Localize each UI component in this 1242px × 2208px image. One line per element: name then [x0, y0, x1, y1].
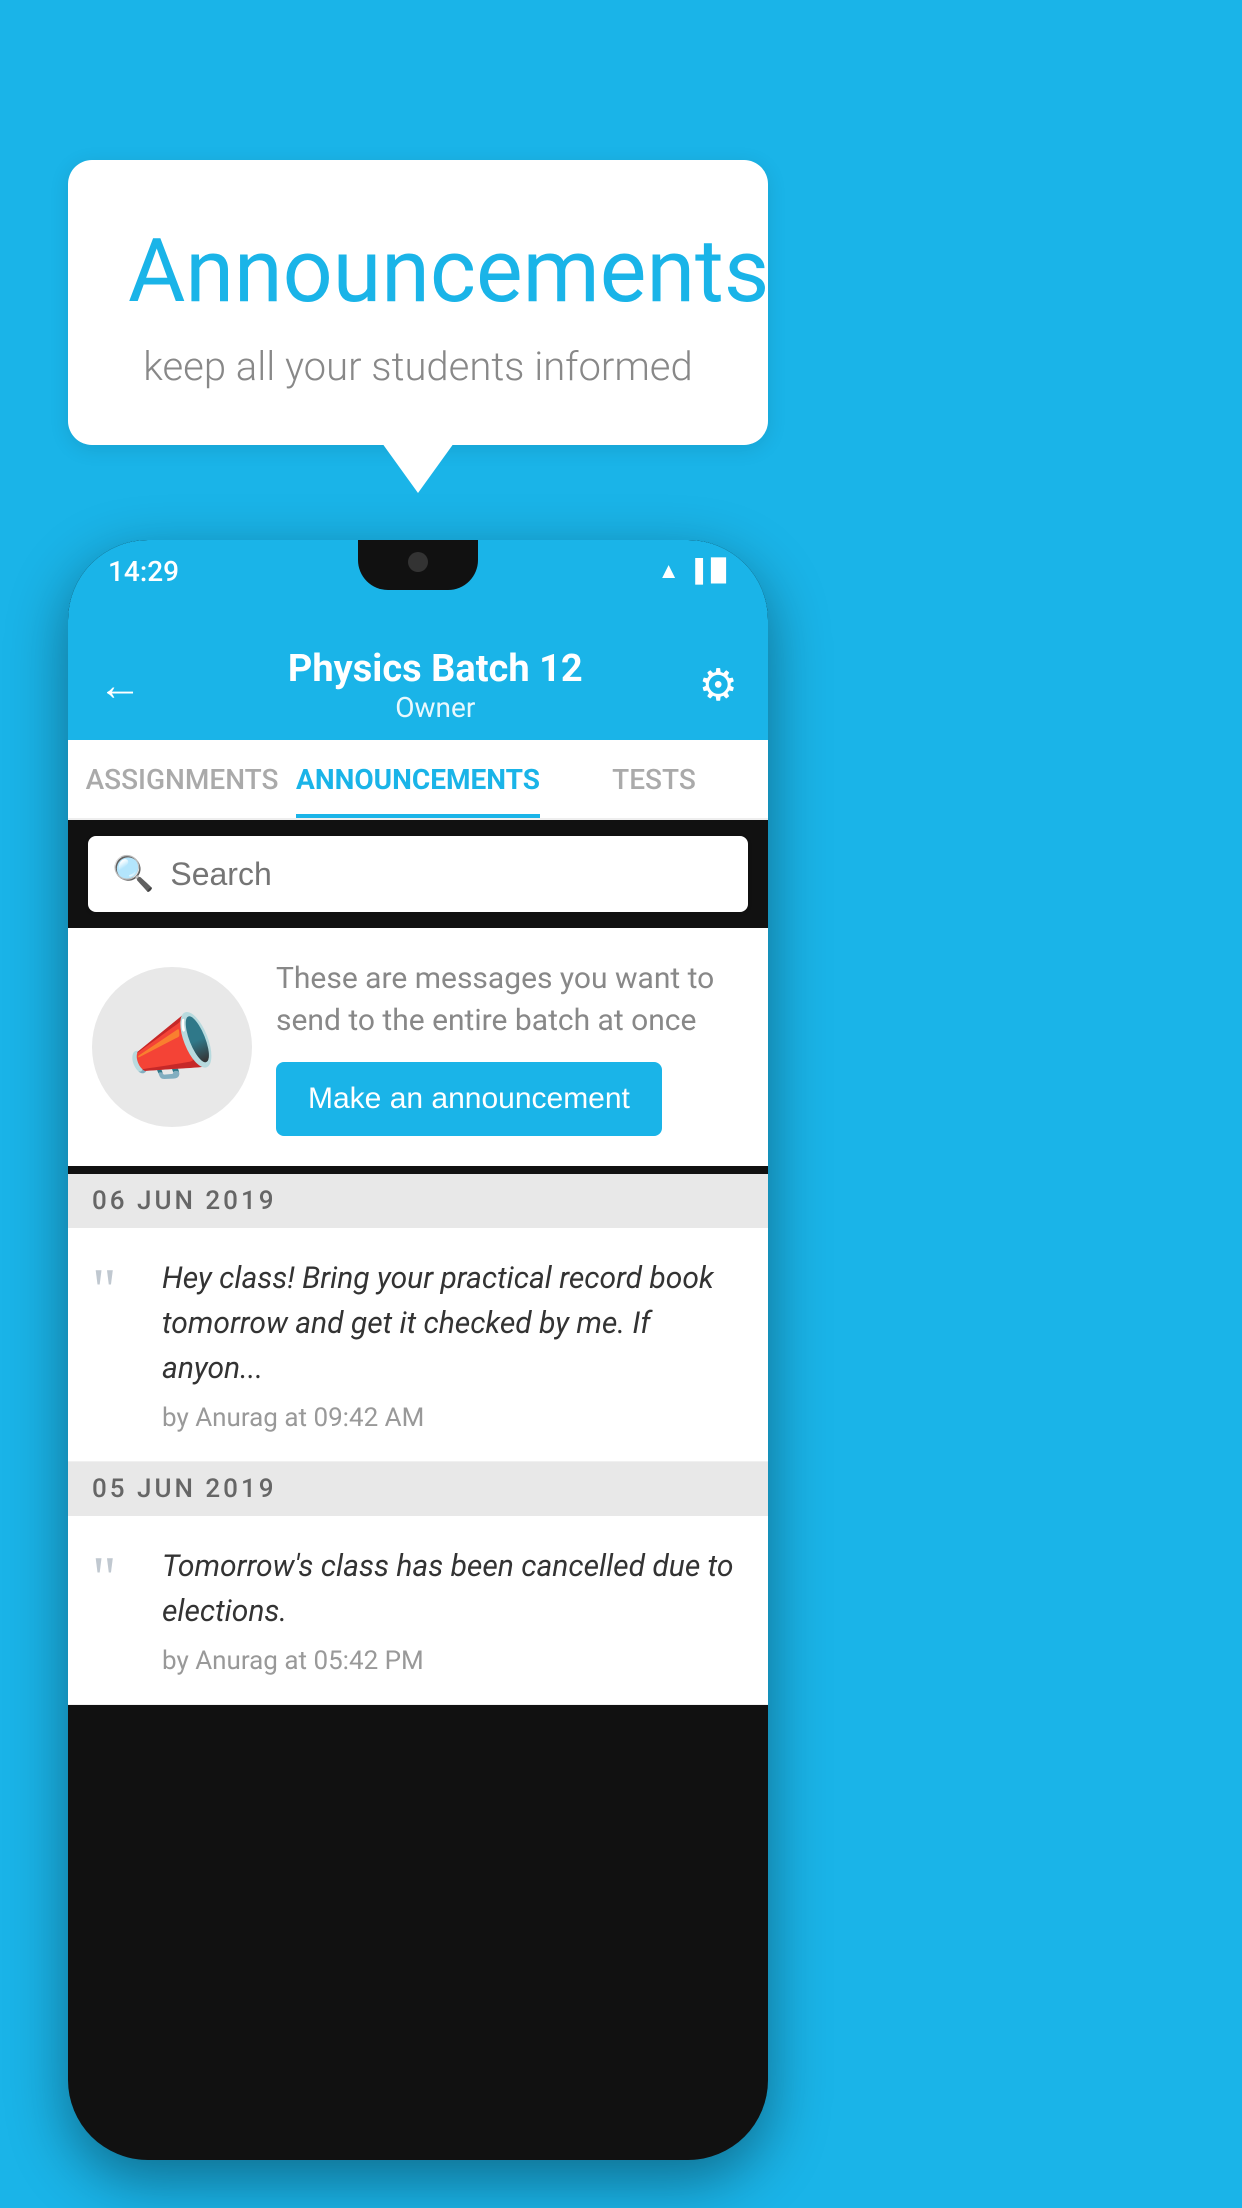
date-separator-1: 06 JUN 2019 [68, 1174, 768, 1228]
quote-icon: " [92, 1260, 142, 1320]
quote-icon-2: " [92, 1548, 142, 1608]
date-separator-2: 05 JUN 2019 [68, 1462, 768, 1516]
settings-icon[interactable]: ⚙ [699, 659, 738, 711]
promo-description: These are messages you want to send to t… [276, 958, 744, 1042]
battery-icon [711, 559, 728, 584]
search-icon: 🔍 [112, 854, 154, 894]
promo-text: These are messages you want to send to t… [276, 958, 744, 1136]
camera [408, 552, 428, 572]
megaphone-circle: 📣 [92, 967, 252, 1127]
speech-bubble: Announcements keep all your students inf… [68, 160, 768, 445]
speech-bubble-container: Announcements keep all your students inf… [68, 160, 768, 445]
app-bar-title-area: Physics Batch 12 Owner [172, 647, 699, 724]
status-icons [658, 558, 728, 584]
announcement-meta-2: by Anurag at 05:42 PM [162, 1646, 744, 1676]
content-area: 🔍 📣 These are messages you want to send … [68, 820, 768, 2160]
phone-frame: 14:29 ← Physics Batch 12 Owner ⚙ [68, 540, 768, 2160]
announcements-subtitle: keep all your students informed [128, 343, 708, 390]
tabs-bar: ASSIGNMENTS ANNOUNCEMENTS TESTS [68, 740, 768, 820]
signal-icon [687, 558, 703, 584]
search-input[interactable] [170, 856, 724, 893]
announcement-content-2: Tomorrow's class has been cancelled due … [162, 1544, 744, 1676]
announcements-title: Announcements [128, 220, 708, 323]
batch-subtitle: Owner [172, 691, 699, 724]
announcement-meta: by Anurag at 09:42 AM [162, 1403, 744, 1433]
status-time: 14:29 [108, 555, 179, 588]
tab-assignments[interactable]: ASSIGNMENTS [68, 740, 296, 818]
status-bar-area: 14:29 [68, 540, 768, 630]
announcement-text-2: Tomorrow's class has been cancelled due … [162, 1544, 744, 1634]
promo-section: 📣 These are messages you want to send to… [68, 928, 768, 1166]
batch-title: Physics Batch 12 [172, 647, 699, 691]
search-bar[interactable]: 🔍 [88, 836, 748, 912]
announcement-item[interactable]: " Hey class! Bring your practical record… [68, 1228, 768, 1462]
tab-tests[interactable]: TESTS [540, 740, 768, 818]
announcement-content: Hey class! Bring your practical record b… [162, 1256, 744, 1433]
megaphone-icon: 📣 [127, 1005, 217, 1090]
tab-announcements[interactable]: ANNOUNCEMENTS [296, 740, 540, 818]
app-bar: ← Physics Batch 12 Owner ⚙ [68, 630, 768, 740]
make-announcement-button[interactable]: Make an announcement [276, 1062, 662, 1136]
back-button[interactable]: ← [98, 659, 142, 711]
wifi-icon [658, 558, 680, 584]
announcement-text: Hey class! Bring your practical record b… [162, 1256, 744, 1391]
announcement-item-2[interactable]: " Tomorrow's class has been cancelled du… [68, 1516, 768, 1705]
notch [358, 540, 478, 590]
